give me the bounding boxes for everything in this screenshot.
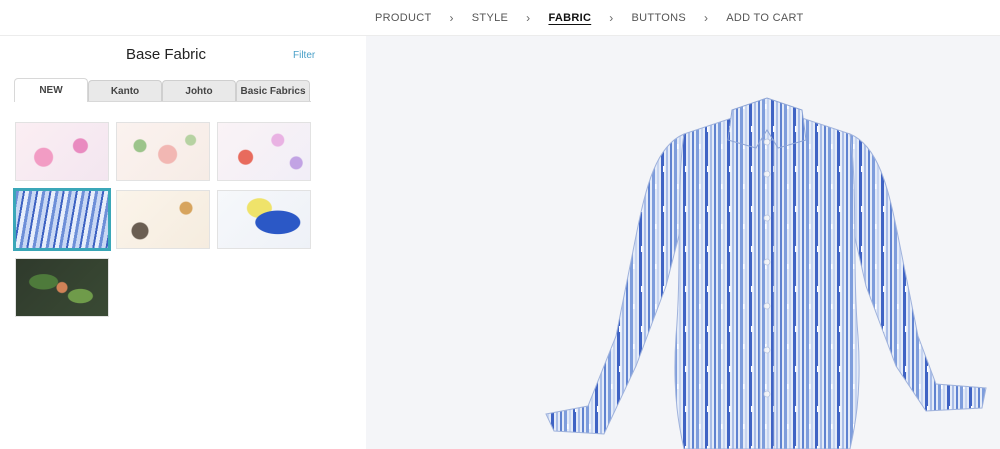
tab-kanto[interactable]: Kanto [88, 80, 162, 102]
filter-link[interactable]: Filter [293, 50, 315, 61]
swatch-dark-jungle-leaf-print[interactable] [15, 258, 109, 317]
step-fabric[interactable]: FABRIC [548, 12, 591, 24]
step-style[interactable]: STYLE [472, 12, 508, 24]
chevron-right-icon: › [703, 11, 709, 25]
step-add-to-cart[interactable]: ADD TO CART [726, 12, 803, 24]
tab-johto[interactable]: Johto [162, 80, 236, 102]
step-buttons[interactable]: BUTTONS [632, 12, 686, 24]
chevron-right-icon: › [609, 11, 614, 25]
swatch-green-floral-character-print[interactable] [116, 122, 210, 181]
swatch-blue-yellow-character-print[interactable] [217, 190, 311, 249]
shirt-placket [759, 139, 775, 449]
swatch-pink-tree-character-print[interactable] [15, 122, 109, 181]
fabric-panel: Base Fabric Filter NEW Kanto Johto Basic… [0, 36, 366, 449]
fabric-swatch-grid [13, 122, 315, 317]
chevron-right-icon: › [449, 11, 454, 25]
top-navigation-bar: PRODUCT › STYLE › FABRIC › BUTTONS › ADD… [0, 0, 1000, 36]
tab-new[interactable]: NEW [14, 78, 88, 102]
step-product[interactable]: PRODUCT [375, 12, 432, 24]
swatch-blue-stripe-print[interactable] [13, 188, 111, 251]
tab-basic-fabrics[interactable]: Basic Fabrics [236, 80, 310, 102]
swatch-cream-critters-print[interactable] [116, 190, 210, 249]
swatch-red-bunny-character-print[interactable] [217, 122, 311, 181]
shirt-render [545, 97, 987, 449]
shirt-preview[interactable] [366, 36, 1000, 449]
right-sleeve [849, 133, 987, 412]
panel-title: Base Fabric [125, 46, 207, 63]
chevron-right-icon: › [526, 11, 531, 25]
left-sleeve [545, 133, 685, 435]
tab-divider [14, 101, 311, 102]
step-breadcrumb: PRODUCT › STYLE › FABRIC › BUTTONS › ADD… [375, 0, 804, 36]
fabric-tabs: NEW Kanto Johto Basic Fabrics [14, 78, 310, 102]
